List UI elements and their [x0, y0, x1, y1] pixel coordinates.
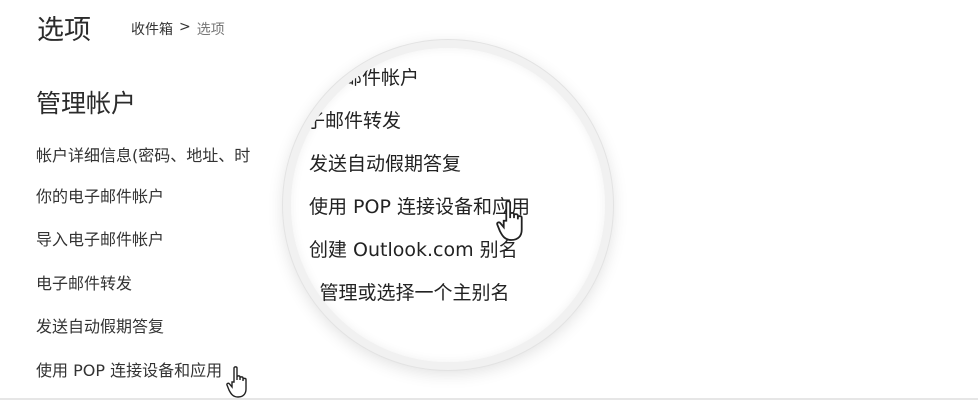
magnified-email-forwarding: 电子邮件转发: [287, 105, 530, 148]
pop-connect-link[interactable]: 使用 POP 连接设备和应用: [36, 360, 222, 403]
email-accounts-link[interactable]: 你的电子邮件帐户: [36, 186, 222, 230]
magnified-list: 电子邮件帐户 电子邮件转发 发送自动假期答复 使用 POP 连接设备和应用 创建…: [309, 62, 530, 320]
magnified-vacation-reply: 发送自动假期答复: [309, 148, 530, 191]
breadcrumb-current: 选项: [197, 19, 225, 39]
list-spacer: [36, 142, 222, 186]
email-forwarding-link[interactable]: 电子邮件转发: [36, 273, 222, 317]
section-title: 管理帐户: [36, 84, 136, 120]
breadcrumb-inbox-link[interactable]: 收件箱: [131, 19, 173, 39]
import-accounts-link[interactable]: 导入电子邮件帐户: [36, 229, 222, 273]
page-title: 选项: [37, 8, 91, 47]
magnifier-lens: 电子邮件帐户 电子邮件转发 发送自动假期答复 使用 POP 连接设备和应用 创建…: [283, 40, 613, 370]
auto-vacation-reply-link[interactable]: 发送自动假期答复: [36, 316, 222, 360]
magnified-email-accounts: 电子邮件帐户: [305, 62, 530, 105]
breadcrumb: 收件箱 > 选项: [131, 19, 225, 39]
magnified-alias-manage: 别名: 管理或选择一个主别名: [283, 277, 530, 320]
hand-pointer-icon: [226, 366, 254, 400]
hand-pointer-icon-magnified: [496, 200, 532, 244]
manage-accounts-list: 你的电子邮件帐户 导入电子邮件帐户 电子邮件转发 发送自动假期答复 使用 POP…: [36, 142, 222, 403]
breadcrumb-separator: >: [179, 19, 191, 39]
